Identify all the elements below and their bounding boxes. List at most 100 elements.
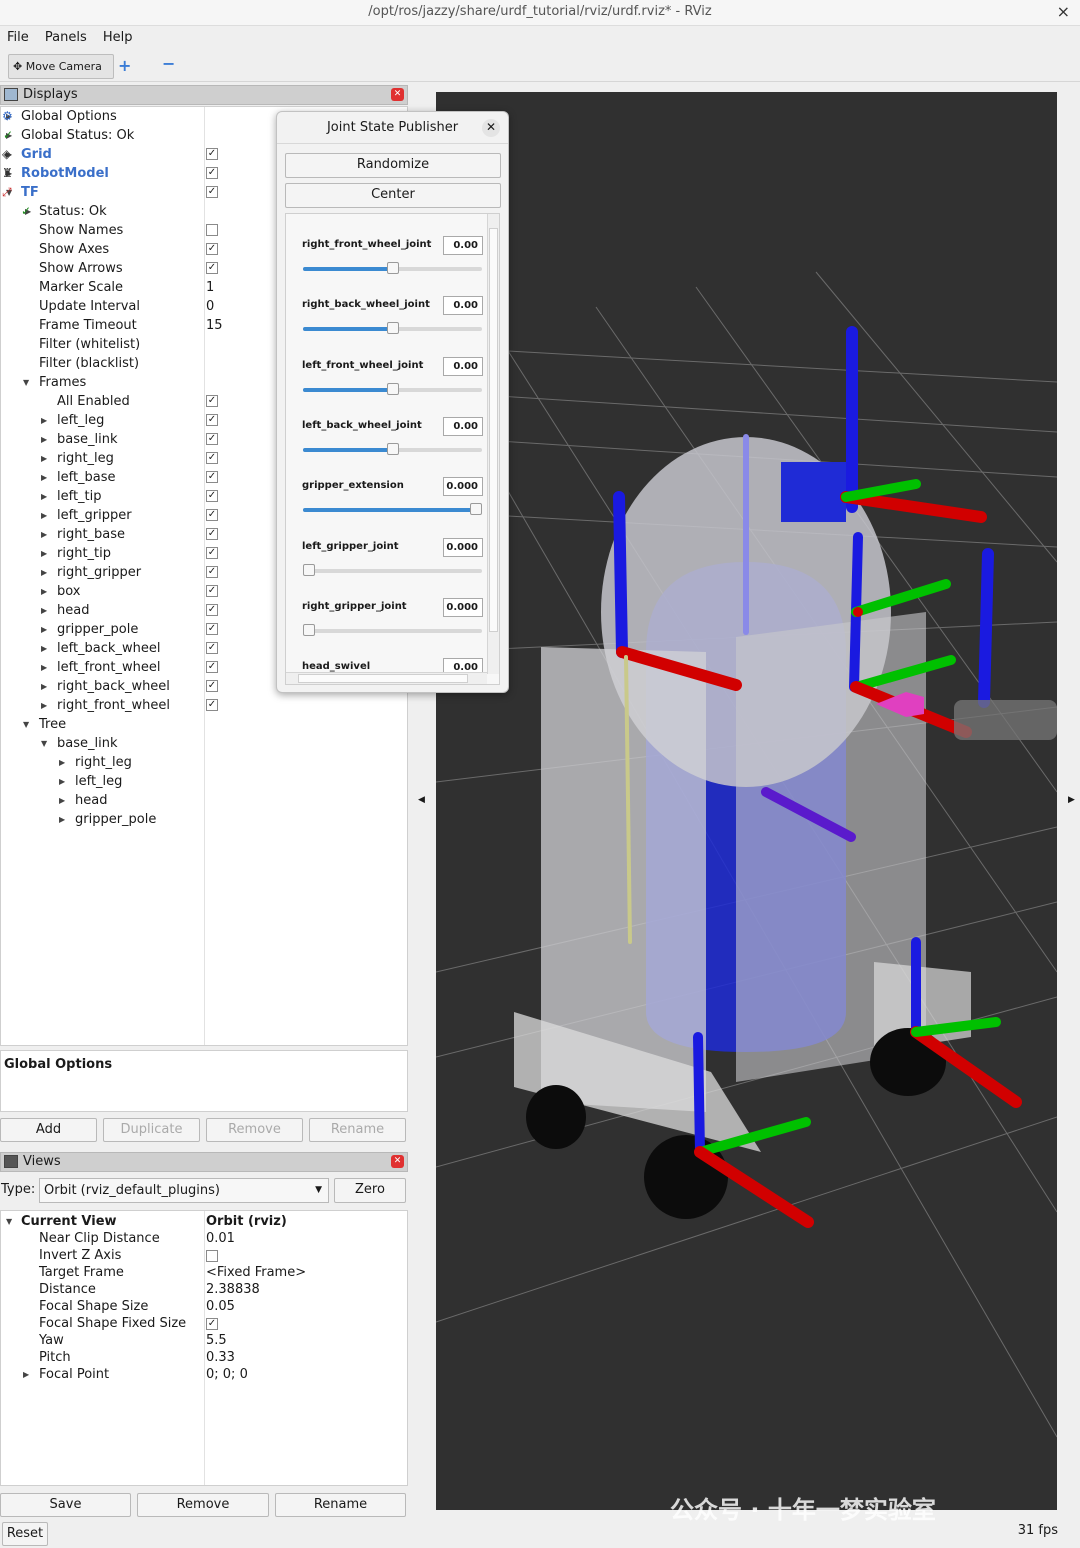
display-checkbox[interactable] xyxy=(206,224,218,236)
joint-slider[interactable] xyxy=(303,623,482,636)
display-checkbox[interactable]: ✓ xyxy=(206,604,218,616)
expand-down-icon[interactable]: ▼ xyxy=(41,734,47,753)
center-button[interactable]: Center xyxy=(285,183,501,208)
joint-slider[interactable] xyxy=(303,382,482,395)
display-checkbox[interactable]: ✓ xyxy=(206,528,218,540)
expand-right-icon[interactable]: ▶ xyxy=(23,1366,29,1383)
expand-right-icon[interactable]: ▶ xyxy=(41,430,47,449)
display-checkbox[interactable]: ✓ xyxy=(206,547,218,559)
display-checkbox[interactable]: ✓ xyxy=(206,585,218,597)
horizontal-scrollbar[interactable] xyxy=(286,672,487,684)
expand-right-icon[interactable]: ▶ xyxy=(41,582,47,601)
view-property-row[interactable]: Distance 2.38838 xyxy=(1,1281,407,1298)
display-checkbox[interactable]: ✓ xyxy=(206,395,218,407)
joint-value-input[interactable]: 0.00 xyxy=(443,236,483,255)
display-checkbox[interactable]: ✓ xyxy=(206,661,218,673)
expand-right-icon[interactable]: ▶ xyxy=(41,449,47,468)
expand-right-icon[interactable]: ▶ xyxy=(59,753,65,772)
move-camera-button[interactable]: ✥ Move Camera xyxy=(8,54,114,79)
menu-panels[interactable]: Panels xyxy=(45,28,87,48)
display-checkbox[interactable]: ✓ xyxy=(206,433,218,445)
display-row[interactable]: ▶ right_leg xyxy=(1,753,407,772)
menu-file[interactable]: File xyxy=(7,28,29,48)
slider-handle[interactable] xyxy=(386,382,399,395)
display-row[interactable]: ▶ left_leg xyxy=(1,772,407,791)
remove-display-button[interactable]: Remove xyxy=(206,1118,303,1142)
display-checkbox[interactable]: ✓ xyxy=(206,414,218,426)
expand-right-icon[interactable]: ▶ xyxy=(41,411,47,430)
joint-slider[interactable] xyxy=(303,503,482,516)
view-property-row[interactable]: ▶ Focal Point 0; 0; 0 xyxy=(1,1366,407,1383)
expand-down-icon[interactable]: ▼ xyxy=(23,373,29,392)
expand-down-icon[interactable]: ▼ xyxy=(6,1213,12,1230)
display-checkbox[interactable]: ✓ xyxy=(206,167,218,179)
display-row-value[interactable]: 0 xyxy=(206,297,214,316)
joint-slider[interactable] xyxy=(303,322,482,335)
display-checkbox[interactable]: ✓ xyxy=(206,148,218,160)
joint-value-input[interactable]: 0.000 xyxy=(443,597,483,617)
reset-button[interactable]: Reset xyxy=(2,1522,48,1546)
display-checkbox[interactable]: ✓ xyxy=(206,623,218,635)
view-property-value[interactable]: <Fixed Frame> xyxy=(206,1264,306,1281)
expand-right-icon[interactable]: ▶ xyxy=(41,525,47,544)
view-property-row[interactable]: ▼ Current View Orbit (rviz) xyxy=(1,1213,407,1230)
view-property-row[interactable]: Yaw 5.5 xyxy=(1,1332,407,1349)
duplicate-display-button[interactable]: Duplicate xyxy=(103,1118,200,1142)
expand-right-icon[interactable]: ▶ xyxy=(59,772,65,791)
scrollbar-thumb[interactable] xyxy=(489,228,498,632)
view-property-row[interactable]: Pitch 0.33 xyxy=(1,1349,407,1366)
view-property-value[interactable]: 0.33 xyxy=(206,1349,235,1366)
expand-right-icon[interactable]: ▶ xyxy=(59,810,65,829)
add-display-button[interactable]: Add xyxy=(0,1118,97,1142)
view-property-row[interactable]: Focal Shape Size 0.05 xyxy=(1,1298,407,1315)
expand-right-icon[interactable]: ▶ xyxy=(41,506,47,525)
scrollbar-thumb[interactable] xyxy=(298,674,468,683)
expand-right-icon[interactable]: ▶ xyxy=(41,544,47,563)
rename-view-button[interactable]: Rename xyxy=(275,1493,406,1517)
expand-right-icon[interactable]: ▶ xyxy=(41,620,47,639)
joint-value-input[interactable]: 0.000 xyxy=(443,477,483,497)
joint-value-input[interactable]: 0.00 xyxy=(443,296,483,316)
expand-right-icon[interactable]: ▶ xyxy=(41,601,47,620)
joint-value-input[interactable]: 0.00 xyxy=(443,416,483,436)
remove-view-button[interactable]: Remove xyxy=(137,1493,269,1517)
close-panel-icon[interactable]: ✕ xyxy=(391,1155,404,1168)
view-property-value[interactable]: 0.05 xyxy=(206,1298,235,1315)
view-property-row[interactable]: Target Frame <Fixed Frame> xyxy=(1,1264,407,1281)
3d-viewport[interactable] xyxy=(436,92,1057,1510)
joint-value-input[interactable]: 0.000 xyxy=(443,537,483,557)
display-row[interactable]: ▶ head xyxy=(1,791,407,810)
expand-right-icon[interactable]: ▶ xyxy=(41,563,47,582)
display-row-value[interactable]: 1 xyxy=(206,278,214,297)
display-checkbox[interactable]: ✓ xyxy=(206,262,218,274)
collapse-right-icon[interactable]: ▶ xyxy=(1068,795,1075,805)
display-checkbox[interactable]: ✓ xyxy=(206,490,218,502)
menu-help[interactable]: Help xyxy=(103,28,133,48)
slider-handle[interactable] xyxy=(386,262,399,274)
display-row[interactable]: ▼ Tree xyxy=(1,715,407,734)
display-row[interactable]: ▶ gripper_pole xyxy=(1,810,407,829)
add-tool-icon[interactable]: + xyxy=(118,56,131,75)
slider-handle[interactable] xyxy=(303,563,315,576)
joint-list[interactable]: right_front_wheel_joint 0.00 right_back_wh… xyxy=(285,213,500,685)
view-property-value[interactable]: Orbit (rviz) xyxy=(206,1213,287,1230)
slider-handle[interactable] xyxy=(470,503,482,516)
expand-right-icon[interactable]: ▶ xyxy=(41,677,47,696)
window-close-icon[interactable]: × xyxy=(1057,0,1070,24)
expand-right-icon[interactable]: ▶ xyxy=(41,696,47,715)
expand-right-icon[interactable]: ▶ xyxy=(41,468,47,487)
view-property-value[interactable]: 5.5 xyxy=(206,1332,227,1349)
view-property-row[interactable]: Near Clip Distance 0.01 xyxy=(1,1230,407,1247)
view-property-value[interactable]: 2.38838 xyxy=(206,1281,260,1298)
save-view-button[interactable]: Save xyxy=(0,1493,131,1517)
view-property-value[interactable]: 0; 0; 0 xyxy=(206,1366,248,1383)
slider-handle[interactable] xyxy=(386,442,399,455)
display-checkbox[interactable]: ✓ xyxy=(206,186,218,198)
display-checkbox[interactable]: ✓ xyxy=(206,680,218,692)
display-checkbox[interactable]: ✓ xyxy=(206,471,218,483)
display-checkbox[interactable]: ✓ xyxy=(206,509,218,521)
close-panel-icon[interactable]: ✕ xyxy=(391,88,404,101)
expand-right-icon[interactable]: ▶ xyxy=(41,639,47,658)
view-property-value[interactable]: 0.01 xyxy=(206,1230,235,1247)
view-property-checkbox[interactable]: ✓ xyxy=(206,1318,218,1330)
